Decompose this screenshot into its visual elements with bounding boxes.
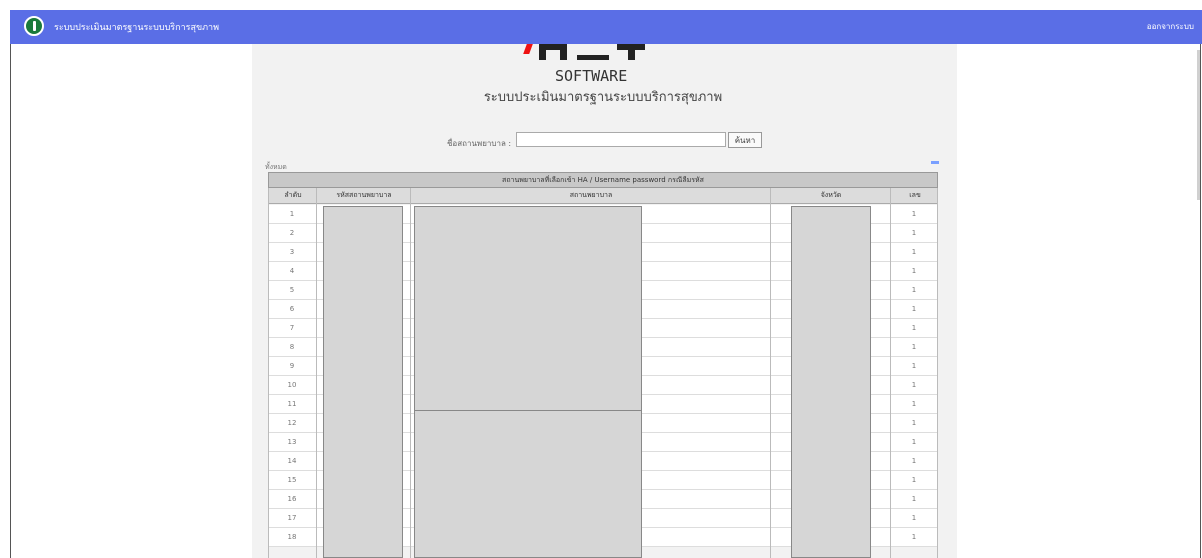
row-count: 1	[911, 400, 917, 408]
grid-line	[770, 188, 771, 558]
right-border	[1200, 44, 1201, 558]
col-name: สถานพยาบาล	[569, 191, 613, 199]
row-count: 1	[911, 476, 917, 484]
logout-link[interactable]: ออกจากระบบ	[1147, 20, 1194, 33]
grid-line	[410, 188, 411, 558]
row-number: 17	[287, 514, 297, 522]
row-number: 2	[289, 229, 295, 237]
row-number: 6	[289, 305, 295, 313]
grid-line	[268, 188, 269, 558]
row-count: 1	[911, 248, 917, 256]
row-number: 7	[289, 324, 295, 332]
row-count: 1	[911, 229, 917, 237]
row-number: 16	[287, 495, 297, 503]
row-count: 1	[911, 438, 917, 446]
row-number: 5	[289, 286, 295, 294]
row-count: 1	[911, 286, 917, 294]
redacted-names-bottom	[414, 410, 642, 558]
row-count: 1	[911, 324, 917, 332]
search-button[interactable]: ค้นหา	[728, 132, 762, 148]
row-number: 8	[289, 343, 295, 351]
row-number: 18	[287, 533, 297, 541]
grid-line	[890, 188, 891, 558]
row-count: 1	[911, 305, 917, 313]
col-province: จังหวัด	[820, 191, 842, 199]
redacted-names-top	[414, 206, 642, 411]
row-number: 1	[289, 210, 295, 218]
row-number: 11	[287, 400, 297, 408]
row-number: 14	[287, 457, 297, 465]
row-number: 12	[287, 419, 297, 427]
top-navbar: ระบบประเมินมาตรฐานระบบบริการสุขภาพ ออกจา…	[10, 10, 1202, 44]
row-count: 1	[911, 514, 917, 522]
left-border	[10, 44, 11, 558]
table-header: ลำดับ รหัสสถานพยาบาล สถานพยาบาล จังหวัด …	[268, 188, 938, 204]
search-label: ชื่อสถานพยาบาล :	[447, 139, 512, 148]
row-count: 1	[911, 495, 917, 503]
row-count: 1	[911, 457, 917, 465]
export-icon[interactable]	[931, 161, 939, 171]
table-title: สถานพยาบาลที่เลือกเข้า HA / Username pas…	[268, 172, 938, 188]
search-input[interactable]	[516, 132, 726, 147]
row-count: 1	[911, 533, 917, 541]
row-count: 1	[911, 419, 917, 427]
row-number: 3	[289, 248, 295, 256]
brand-wordmark: SOFTWARE	[555, 67, 628, 85]
row-number: 13	[287, 438, 297, 446]
row-count: 1	[911, 210, 917, 218]
col-no: ลำดับ	[284, 191, 302, 199]
app-title[interactable]: ระบบประเมินมาตรฐานระบบบริการสุขภาพ	[54, 20, 219, 34]
grid-line	[316, 188, 317, 558]
row-count: 1	[911, 343, 917, 351]
row-number: 4	[289, 267, 295, 275]
row-number: 10	[287, 381, 297, 389]
row-count: 1	[911, 381, 917, 389]
row-number: 15	[287, 476, 297, 484]
redacted-codes	[323, 206, 403, 558]
brand-subtitle: ระบบประเมินมาตรฐานระบบบริการสุขภาพ	[483, 90, 723, 105]
row-count: 1	[911, 267, 917, 275]
logo-icon[interactable]	[24, 16, 44, 36]
scrollbar-thumb[interactable]	[1197, 50, 1200, 200]
col-code: รหัสสถานพยาบาล	[336, 191, 392, 199]
row-count: 1	[911, 362, 917, 370]
row-number: 9	[289, 362, 295, 370]
grid-line	[937, 188, 938, 558]
col-count: เลข	[909, 191, 921, 199]
redacted-provinces	[791, 206, 871, 558]
brand-logo	[523, 44, 655, 66]
